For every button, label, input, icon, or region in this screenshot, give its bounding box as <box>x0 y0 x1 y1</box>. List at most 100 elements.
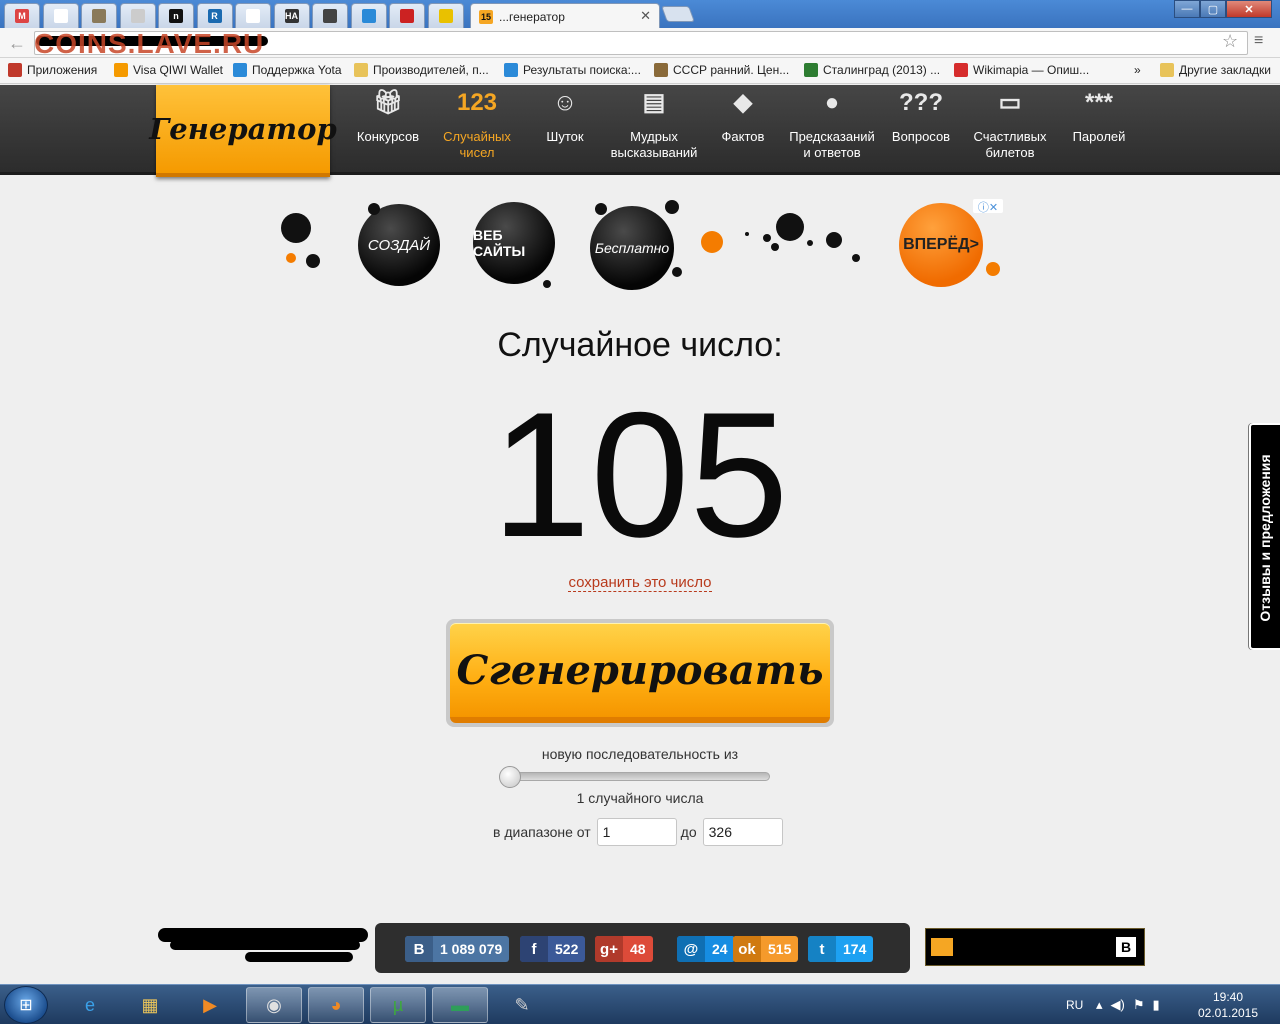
page-icon <box>53 9 68 23</box>
n-icon: n <box>169 9 183 23</box>
ad-dot <box>672 267 682 277</box>
site-logo[interactable]: Генератор <box>149 85 337 177</box>
flag-icon[interactable]: ⚑ <box>1133 997 1145 1013</box>
share-googleplus-button[interactable]: g+ 48 <box>595 936 653 962</box>
ad-dot <box>771 243 779 251</box>
bookmark-label: Приложения <box>27 63 98 77</box>
facebook-icon: f <box>520 936 548 962</box>
browser-tab[interactable] <box>312 3 348 28</box>
bookmarks-overflow[interactable]: » <box>1134 63 1141 77</box>
na-icon: НА <box>284 9 299 23</box>
browser-tab[interactable] <box>42 3 79 28</box>
paint-icon[interactable]: ✎ <box>494 987 550 1023</box>
chrome-icon[interactable]: ◉ <box>246 987 302 1023</box>
share-vk-button[interactable]: B 1 089 079 <box>405 936 510 962</box>
ad-banner[interactable]: СОЗДАЙ ВЕБ САЙТЫ Бесплатно ВПЕРЁД> ⓘ✕ <box>277 197 1005 292</box>
network-icon[interactable]: ▮ <box>1153 997 1160 1013</box>
bookmark-item[interactable]: СССР ранний. Цен... <box>654 63 789 77</box>
maximize-button[interactable]: ▢ <box>1200 0 1226 18</box>
tab-close-icon[interactable]: ✕ <box>640 8 651 24</box>
tab-title: ...генератор <box>499 9 565 24</box>
footer-widget[interactable]: B <box>925 928 1145 966</box>
share-facebook-button[interactable]: f 522 <box>520 936 586 962</box>
bookmark-item[interactable]: Производителей, п... <box>354 63 489 77</box>
media-player-icon[interactable]: ▶ <box>182 987 238 1023</box>
password-icon: *** <box>1084 89 1114 116</box>
ad-ball-free: Бесплатно <box>590 206 674 290</box>
minimize-button[interactable]: — <box>1174 0 1200 18</box>
circle-icon <box>361 9 376 23</box>
ad-dot <box>745 232 749 236</box>
bookmark-label: Visa QIWI Wallet <box>133 63 224 77</box>
loading-icon <box>130 9 145 23</box>
site-favicon: 15 <box>479 9 493 24</box>
share-count: 515 <box>768 941 792 957</box>
share-count: 174 <box>843 941 867 957</box>
browser-tab[interactable] <box>119 3 156 28</box>
adchoices-icon[interactable]: ⓘ✕ <box>973 199 1003 214</box>
feedback-tab[interactable]: Отзывы и предложения <box>1249 423 1280 650</box>
generate-button-frame: Сгенерировать <box>446 619 834 727</box>
tab-active[interactable]: 15 ...генератор ✕ <box>470 3 660 29</box>
browser-tab[interactable] <box>427 3 464 28</box>
bookmark-item[interactable]: Visa QIWI Wallet <box>114 63 223 77</box>
save-number-link[interactable]: сохранить это число <box>568 574 712 592</box>
close-window-button[interactable]: ✕ <box>1226 0 1272 18</box>
other-bookmarks[interactable]: Другие закладки <box>1160 63 1271 77</box>
browser-tab[interactable] <box>389 3 425 28</box>
bookmark-item[interactable]: Сталинград (2013) ... <box>804 63 940 77</box>
share-count: 522 <box>555 941 579 957</box>
browser-tab[interactable] <box>235 3 271 28</box>
tray-arrow-icon[interactable]: ▴ <box>1096 997 1103 1013</box>
share-twitter-button[interactable]: t 174 <box>808 936 874 962</box>
random-number: 105 <box>491 375 789 574</box>
range-from-input[interactable] <box>596 818 677 846</box>
nav-item[interactable]: *** Паролей <box>1044 85 1154 175</box>
share-mailru-button[interactable]: @24 <box>677 936 735 962</box>
browser-tab[interactable]: M <box>4 3 40 28</box>
firefox-icon[interactable]: ◕ <box>308 987 364 1023</box>
ad-cta-button[interactable]: ВПЕРЁД> <box>899 203 983 287</box>
apps-icon <box>8 63 22 77</box>
tray-icons[interactable]: ▴ ◀︎) ⚑ ▮ <box>1096 985 1160 1024</box>
browser-tab[interactable]: НА <box>273 3 310 28</box>
vk-icon[interactable]: B <box>1116 937 1136 957</box>
nav-label: Паролей <box>1072 129 1126 144</box>
explorer-icon[interactable]: ▦ <box>122 987 178 1023</box>
generate-button[interactable]: Сгенерировать <box>450 623 830 723</box>
count-slider-handle[interactable] <box>499 766 521 788</box>
bookmark-label: Результаты поиска:... <box>523 63 641 77</box>
language-indicator[interactable]: RU <box>1066 985 1083 1024</box>
footer-redaction <box>245 952 353 962</box>
browser-tab[interactable] <box>81 3 117 28</box>
range-from-label: в диапазоне от <box>493 824 591 840</box>
volume-icon[interactable]: ◀︎) <box>1111 997 1125 1013</box>
bookmark-item[interactable]: Поддержка Yota <box>233 63 342 77</box>
wikimapia-icon <box>954 63 968 77</box>
ie-icon[interactable]: e <box>62 987 118 1023</box>
share-odnoklassniki-button[interactable]: ok 515 <box>733 936 799 962</box>
utorrent-icon[interactable]: µ <box>370 987 426 1023</box>
back-arrow-icon[interactable]: ← <box>8 33 26 54</box>
count-slider-track[interactable] <box>502 772 770 781</box>
range-to-input[interactable] <box>702 818 783 846</box>
menu-icon[interactable]: ≡ <box>1254 32 1263 50</box>
start-button[interactable]: ⊞ <box>4 986 48 1024</box>
bookmark-star-icon[interactable]: ☆ <box>1222 31 1238 52</box>
count-label: 1 случайного числа <box>576 790 704 806</box>
folder-icon <box>1160 63 1174 77</box>
clock[interactable]: 19:40 02.01.2015 <box>1196 989 1260 1021</box>
browser-tab[interactable]: R <box>196 3 233 28</box>
bookmark-item[interactable]: Приложения <box>8 63 97 77</box>
ad-dot <box>281 213 311 243</box>
range-to-label: до <box>680 824 697 840</box>
new-tab-button[interactable] <box>661 6 695 22</box>
bookmark-item[interactable]: Wikimapia — Опиш... <box>954 63 1089 77</box>
gmail-icon: M <box>15 9 29 23</box>
terminal-icon[interactable]: ▬ <box>432 987 488 1023</box>
browser-tab[interactable]: n <box>158 3 194 28</box>
bookmark-item[interactable]: Результаты поиска:... <box>504 63 641 77</box>
coin-icon <box>654 63 668 77</box>
browser-tab[interactable] <box>350 3 387 28</box>
shield-icon <box>804 63 818 77</box>
